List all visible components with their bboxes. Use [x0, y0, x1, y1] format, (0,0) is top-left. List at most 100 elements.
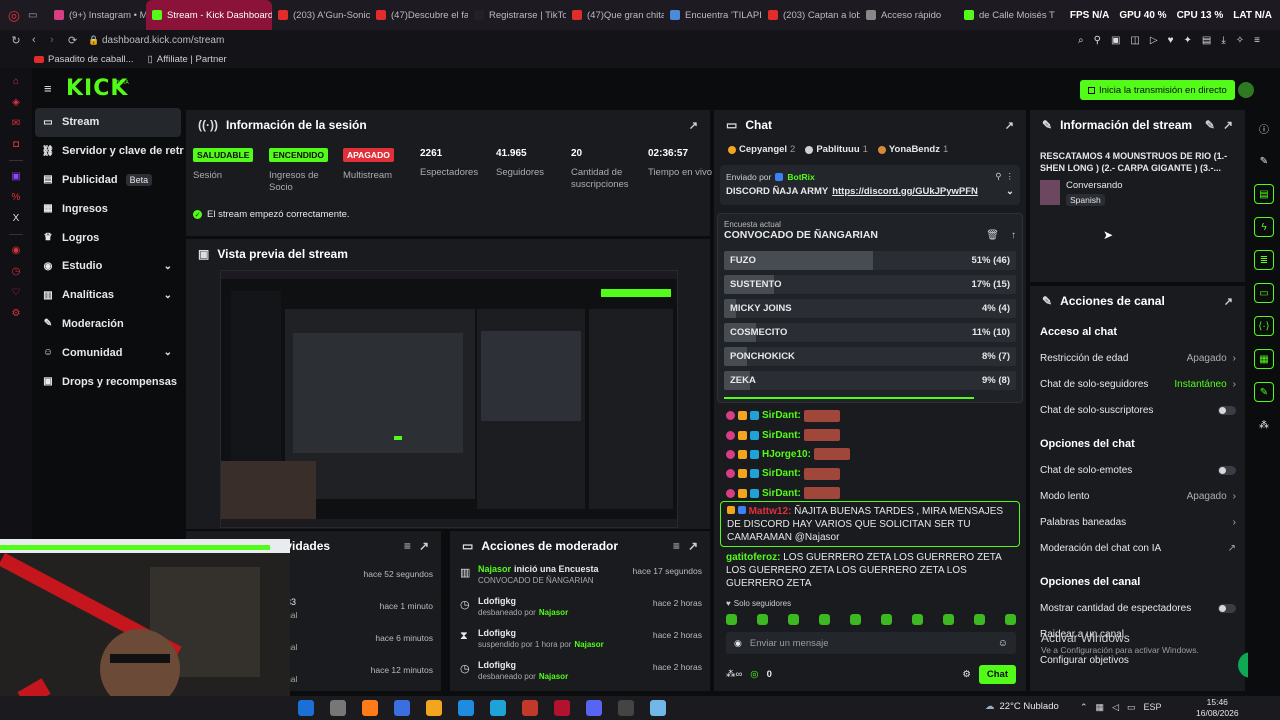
battery-icon[interactable]: ▭ [1127, 702, 1136, 713]
filter-icon[interactable]: ≡ [673, 539, 680, 553]
emote-icon[interactable] [757, 614, 768, 625]
sidebar-item[interactable]: ☺ Comunidad ⌄ [32, 338, 184, 367]
more-icon[interactable]: ⋮ [1006, 171, 1015, 182]
edit-icon[interactable]: ✎ [1254, 151, 1274, 171]
chat-icon[interactable]: ▭ [1254, 283, 1274, 303]
taskbar-app-icon[interactable] [586, 700, 602, 716]
sidebar-item[interactable]: ◉ Estudio ⌄ [32, 252, 184, 281]
home-icon[interactable]: ⌂ [13, 76, 19, 87]
emote-icon[interactable] [912, 614, 923, 625]
back-icon[interactable]: ‹ [32, 34, 50, 46]
ai-icon[interactable]: ✧ [1236, 35, 1244, 46]
messenger-icon[interactable]: ✉ [12, 118, 20, 129]
tabs-icon[interactable]: ▭ [28, 10, 48, 21]
bookmark-icon[interactable]: ♡ [12, 287, 21, 298]
popout-icon[interactable]: ↗ [688, 539, 698, 553]
mod-username[interactable]: Ldofigkg [478, 628, 516, 638]
taskbar-app-icon[interactable] [394, 700, 410, 716]
channel-setting-row[interactable]: Moderación del chat con IA ↗ [1040, 535, 1236, 561]
wrench-icon[interactable]: ✎ [1254, 382, 1274, 402]
stack-icon[interactable]: ▦ [1254, 349, 1274, 369]
reload-icon[interactable]: ↻ [0, 34, 32, 47]
x-icon[interactable]: X [13, 213, 20, 224]
taskbar-app-icon[interactable] [362, 700, 378, 716]
sidebar-item[interactable]: ⛓ Servidor y clave de retran [32, 137, 184, 166]
chevron-up-icon[interactable]: ⌃ [1080, 702, 1088, 713]
filter-icon[interactable]: ≡ [404, 539, 411, 553]
percent-icon[interactable]: % [12, 192, 21, 203]
browser-tab[interactable]: Encuentra 'TILAPIA [664, 0, 762, 30]
channel-setting-row[interactable]: Palabras baneadas › [1040, 509, 1236, 535]
taskbar-app-icon[interactable] [554, 700, 570, 716]
taskbar-app-icon[interactable] [650, 700, 666, 716]
taskbar-app-icon[interactable] [298, 700, 314, 716]
menu-icon[interactable]: ≡ [1254, 35, 1260, 46]
twitch-icon[interactable]: ▣ [11, 171, 20, 182]
popout-icon[interactable]: ↗ [1005, 119, 1014, 132]
emote-icon[interactable] [974, 614, 985, 625]
toggle-switch[interactable] [1218, 405, 1236, 415]
opera-icon[interactable]: ◎ [0, 7, 28, 24]
mod-by[interactable]: Najasor [539, 672, 568, 681]
taskbar-app-icon[interactable] [618, 700, 634, 716]
chat-username[interactable]: SirDant: [762, 409, 801, 422]
nodes-icon[interactable]: ⁂ [1254, 415, 1274, 435]
go-live-button[interactable]: Inicia la transmisión en directo [1080, 80, 1235, 100]
browser-tab[interactable]: (9+) Instagram • M [48, 0, 146, 30]
heart-icon[interactable]: ♥ [1168, 35, 1174, 46]
taskbar-app-icon[interactable] [426, 700, 442, 716]
bookmark-item[interactable]: Pasadito de caball... [48, 54, 134, 65]
chevron-down-icon[interactable]: ⌄ [164, 347, 172, 358]
top-user[interactable]: Cepyangel 2 [728, 144, 795, 155]
poll-option[interactable]: COSMECITO 11% (10) [724, 323, 1016, 342]
sidebar-item[interactable]: ✎ Moderación [32, 310, 184, 339]
sidebar-item[interactable]: ▣ Drops y recompensas [32, 367, 184, 396]
ext-icon[interactable]: ✦ [1184, 35, 1192, 46]
download-icon[interactable]: ⤓ [1221, 35, 1225, 46]
channel-setting-row[interactable]: Chat de solo-seguidores Instantáneo › [1040, 371, 1236, 397]
popout-icon[interactable]: ↗ [1224, 295, 1233, 308]
browser-tab[interactable]: (203) A'Gun-Sonic [272, 0, 370, 30]
channel-setting-row[interactable]: Chat de solo-suscriptores [1040, 397, 1236, 423]
instagram-icon[interactable]: ◘ [13, 139, 19, 150]
preview-video[interactable] [220, 270, 678, 528]
bookmark-item[interactable]: Affiliate | Partner [157, 54, 227, 65]
aria-icon[interactable]: ◈ [12, 97, 20, 108]
refresh-icon[interactable]: ⟳ [68, 34, 88, 47]
smile-icon[interactable]: ☺ [998, 638, 1008, 649]
mod-username[interactable]: Ldofigkg [478, 596, 516, 606]
zoom-icon[interactable]: ⌕ [1078, 35, 1084, 46]
poll-option[interactable]: SUSTENTO 17% (15) [724, 275, 1016, 294]
volume-icon[interactable]: ◁ [1112, 702, 1119, 713]
taskbar-app-icon[interactable] [458, 700, 474, 716]
signal-icon[interactable]: ⟨·⟩ [1254, 316, 1274, 336]
channel-setting-row[interactable]: Mostrar cantidad de espectadores [1040, 595, 1236, 621]
sidebar-item[interactable]: ▤ Publicidad Beta [32, 166, 184, 195]
chat-username[interactable]: SirDant: [762, 487, 801, 500]
mod-by[interactable]: Najasor [574, 640, 603, 649]
cam-icon[interactable]: ◫ [1130, 35, 1139, 46]
bolt-icon[interactable]: ϟ [1254, 217, 1274, 237]
emote-icon[interactable] [819, 614, 830, 625]
discord-link[interactable]: https://discord.gg/GUkJPywPFN [832, 186, 978, 197]
category-name[interactable]: Conversando [1066, 180, 1123, 191]
emote-icon[interactable] [1005, 614, 1016, 625]
capture-icon[interactable]: ▣ [1111, 35, 1120, 46]
sidebar-item[interactable]: ♛ Logros [32, 223, 184, 252]
forward-icon[interactable]: › [50, 34, 68, 46]
settings-icon[interactable]: ⚙ [12, 308, 21, 319]
layout-icon[interactable]: ▤ [1254, 184, 1274, 204]
emote-icon[interactable] [943, 614, 954, 625]
hamburger-icon[interactable]: ≡ [44, 81, 52, 96]
browser-tab[interactable]: Acceso rápido [860, 0, 958, 30]
info-icon[interactable]: ⓘ [1254, 118, 1274, 138]
taskbar-app-icon[interactable] [330, 700, 346, 716]
url-field[interactable]: dashboard.kick.com/stream [102, 35, 1078, 46]
pin-icon[interactable]: ⚲ [1094, 35, 1101, 46]
browser-tab[interactable]: (203) Captan a lob [762, 0, 860, 30]
weather[interactable]: ☁ 22°C Nublado [985, 701, 1059, 712]
emote-icon[interactable] [788, 614, 799, 625]
top-user[interactable]: YonaBendz 1 [877, 144, 948, 155]
chevron-down-icon[interactable]: ⌄ [1006, 186, 1014, 197]
sidebar-item[interactable]: ▭ Stream [35, 108, 181, 137]
